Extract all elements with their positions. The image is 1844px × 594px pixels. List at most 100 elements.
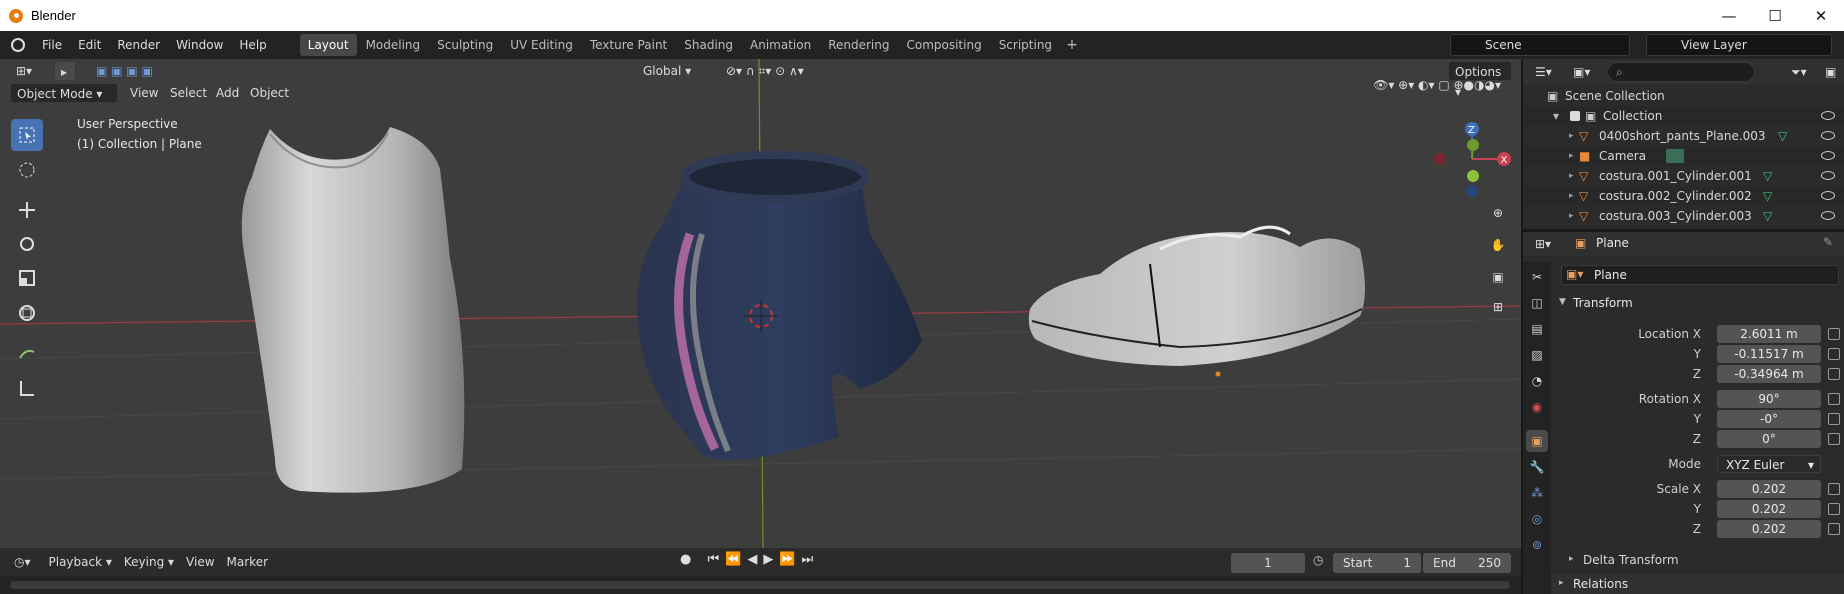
menu-window[interactable]: Window	[168, 38, 231, 52]
particles-tab-icon[interactable]: ⁂	[1526, 482, 1548, 504]
eye-icon[interactable]	[1821, 111, 1835, 120]
relations-panel-header[interactable]: ▸ Relations	[1551, 574, 1844, 594]
add-workspace-button[interactable]: +	[1060, 37, 1084, 53]
world-tab-icon[interactable]: ◉	[1526, 396, 1548, 418]
start-frame-field[interactable]: Start 1	[1333, 553, 1421, 573]
eye-icon[interactable]	[1821, 211, 1835, 220]
expand-collapse-icon[interactable]: ▾	[1553, 106, 1559, 126]
menu-timeline-view[interactable]: View	[180, 552, 220, 572]
outliner-item[interactable]: ▸ ▽ costura.001_Cylinder.001 ▽	[1523, 166, 1844, 186]
scale-x-field[interactable]: 0.202	[1717, 480, 1821, 498]
tab-texture-paint[interactable]: Texture Paint	[582, 34, 675, 56]
physics-tab-icon[interactable]: ◎	[1526, 508, 1548, 530]
lock-icon[interactable]	[1828, 433, 1840, 445]
tool-tab-icon[interactable]: ✂	[1526, 266, 1548, 288]
eye-icon[interactable]	[1821, 151, 1835, 160]
navigation-gizmo[interactable]: Z X	[1426, 119, 1516, 199]
timeline-editor[interactable]: ◷▾ Playback ▾ Keying ▾ View Marker ● ⏮⏪◀…	[0, 548, 1521, 594]
transform-icon[interactable]	[11, 297, 43, 329]
render-tab-icon[interactable]: ◫	[1526, 292, 1548, 314]
scene-tab-icon[interactable]: ◔	[1526, 370, 1548, 392]
object-name-input[interactable]: ▣▾ Plane	[1561, 265, 1839, 285]
object-mode-dropdown[interactable]: Object Mode ▾	[10, 83, 118, 103]
scene-selector[interactable]: Scene	[1450, 34, 1630, 56]
close-button[interactable]: ✕	[1798, 0, 1844, 31]
timeline-editor-type[interactable]: ◷▾	[8, 552, 37, 572]
expand-icon[interactable]: ▸	[1569, 186, 1574, 206]
view-layer-tab-icon[interactable]: ▨	[1526, 344, 1548, 366]
rotate-icon[interactable]	[11, 228, 43, 260]
3d-viewport[interactable]: ⊞▾ ▸ ▣ ▣ ▣ ▣ Global ▾ ⊘▾ ∩ ⌗▾ ⊙ ∧▾ Optio…	[0, 59, 1521, 548]
annotate-icon[interactable]	[11, 337, 43, 369]
menu-playback[interactable]: Playback ▾	[43, 552, 118, 572]
outliner-search-input[interactable]: ⌕	[1607, 62, 1755, 82]
menu-help[interactable]: Help	[231, 38, 274, 52]
tab-shading[interactable]: Shading	[676, 34, 741, 56]
menu-select[interactable]: Select	[164, 83, 213, 103]
transform-orientation-dropdown[interactable]: Global ▾	[637, 61, 717, 81]
checkbox-icon[interactable]	[1570, 111, 1580, 121]
tab-uv-editing[interactable]: UV Editing	[502, 34, 581, 56]
expand-icon[interactable]: ▸	[1569, 126, 1574, 146]
outliner-item[interactable]: ▸ ▽ 0400short_pants_Plane.003 ▽	[1523, 126, 1844, 146]
hand-icon[interactable]: ✋	[1486, 233, 1510, 257]
editor-type-button[interactable]: ⊞▾	[10, 61, 38, 81]
wrench-icon[interactable]: 🔧	[1526, 456, 1548, 478]
menu-keying[interactable]: Keying ▾	[118, 552, 180, 572]
tab-layout[interactable]: Layout	[299, 34, 357, 56]
move-icon[interactable]	[11, 194, 43, 226]
expand-icon[interactable]: ▸	[1569, 206, 1574, 226]
pin-icon[interactable]: ✎	[1823, 235, 1833, 249]
zoom-icon[interactable]: ⊕	[1486, 201, 1510, 225]
delta-transform-subpanel[interactable]: ▸ Delta Transform	[1551, 552, 1844, 570]
outliner-editor-type[interactable]: ☰▾	[1529, 62, 1558, 82]
scale-y-field[interactable]: 0.202	[1717, 500, 1821, 518]
scale-z-field[interactable]: 0.202	[1717, 520, 1821, 538]
stopwatch-icon[interactable]: ◷	[1313, 553, 1323, 567]
grid-icon[interactable]: ⊞	[1486, 295, 1510, 319]
display-mode-dropdown[interactable]: ▣▾	[1567, 62, 1596, 82]
rotation-x-field[interactable]: 90°	[1717, 390, 1821, 408]
minimize-button[interactable]: —	[1706, 0, 1752, 31]
outliner-item[interactable]: ▸ ▽ costura.003_Cylinder.003 ▽	[1523, 206, 1844, 226]
properties-panel[interactable]: ⊞▾ ▣ Plane ✎ ✂ ◫ ▤ ▨ ◔ ◉ ▣ 🔧 ⁂ ◎ ⊚ ▣▾ Pl…	[1523, 232, 1844, 594]
menu-edit[interactable]: Edit	[70, 38, 109, 52]
outliner-item[interactable]: ▸ ▽ costura.002_Cylinder.002 ▽	[1523, 186, 1844, 206]
eye-icon[interactable]	[1821, 131, 1835, 140]
expand-icon[interactable]: ▸	[1569, 146, 1574, 166]
tank-top-mesh[interactable]	[241, 127, 465, 493]
blender-logo-icon[interactable]	[11, 38, 25, 52]
lock-icon[interactable]	[1828, 368, 1840, 380]
lock-icon[interactable]	[1828, 413, 1840, 425]
outliner-collection[interactable]: ▾ ▣ Collection	[1523, 106, 1844, 126]
tab-rendering[interactable]: Rendering	[820, 34, 897, 56]
object-tab-icon[interactable]: ▣	[1526, 430, 1548, 452]
location-z-field[interactable]: -0.34964 m	[1717, 365, 1821, 383]
select-tool-header-icon[interactable]: ▸	[54, 61, 76, 81]
new-collection-icon[interactable]: ▣	[1819, 62, 1842, 82]
tab-sculpting[interactable]: Sculpting	[429, 34, 501, 56]
snapping-controls[interactable]: ⊘▾ ∩ ⌗▾ ⊙ ∧▾	[720, 61, 870, 81]
lock-icon[interactable]	[1828, 393, 1840, 405]
output-tab-icon[interactable]: ▤	[1526, 318, 1548, 340]
expand-icon[interactable]: ▸	[1569, 166, 1574, 186]
location-y-field[interactable]: -0.11517 m	[1717, 345, 1821, 363]
menu-view[interactable]: View	[124, 83, 164, 103]
tab-modeling[interactable]: Modeling	[358, 34, 429, 56]
rotation-mode-dropdown[interactable]: XYZ Euler ▾	[1717, 455, 1821, 473]
constraints-tab-icon[interactable]: ⊚	[1526, 534, 1548, 556]
outliner-item[interactable]: ▸ ■ Camera	[1523, 146, 1844, 166]
lock-icon[interactable]	[1828, 503, 1840, 515]
cursor-icon[interactable]	[11, 154, 43, 186]
properties-editor-type[interactable]: ⊞▾	[1529, 234, 1557, 254]
location-x-field[interactable]: 2.6011 m	[1717, 325, 1821, 343]
playback-controls[interactable]: ● ⏮⏪◀▶⏩⏭	[680, 552, 819, 567]
lock-icon[interactable]	[1828, 348, 1840, 360]
menu-file[interactable]: File	[34, 38, 70, 52]
scale-icon[interactable]	[11, 262, 43, 294]
camera-icon[interactable]: ▣	[1486, 265, 1510, 289]
select-box-icon[interactable]	[11, 119, 43, 151]
timeline-scrollbar[interactable]	[10, 581, 1510, 589]
lock-icon[interactable]	[1828, 483, 1840, 495]
lock-icon[interactable]	[1828, 523, 1840, 535]
